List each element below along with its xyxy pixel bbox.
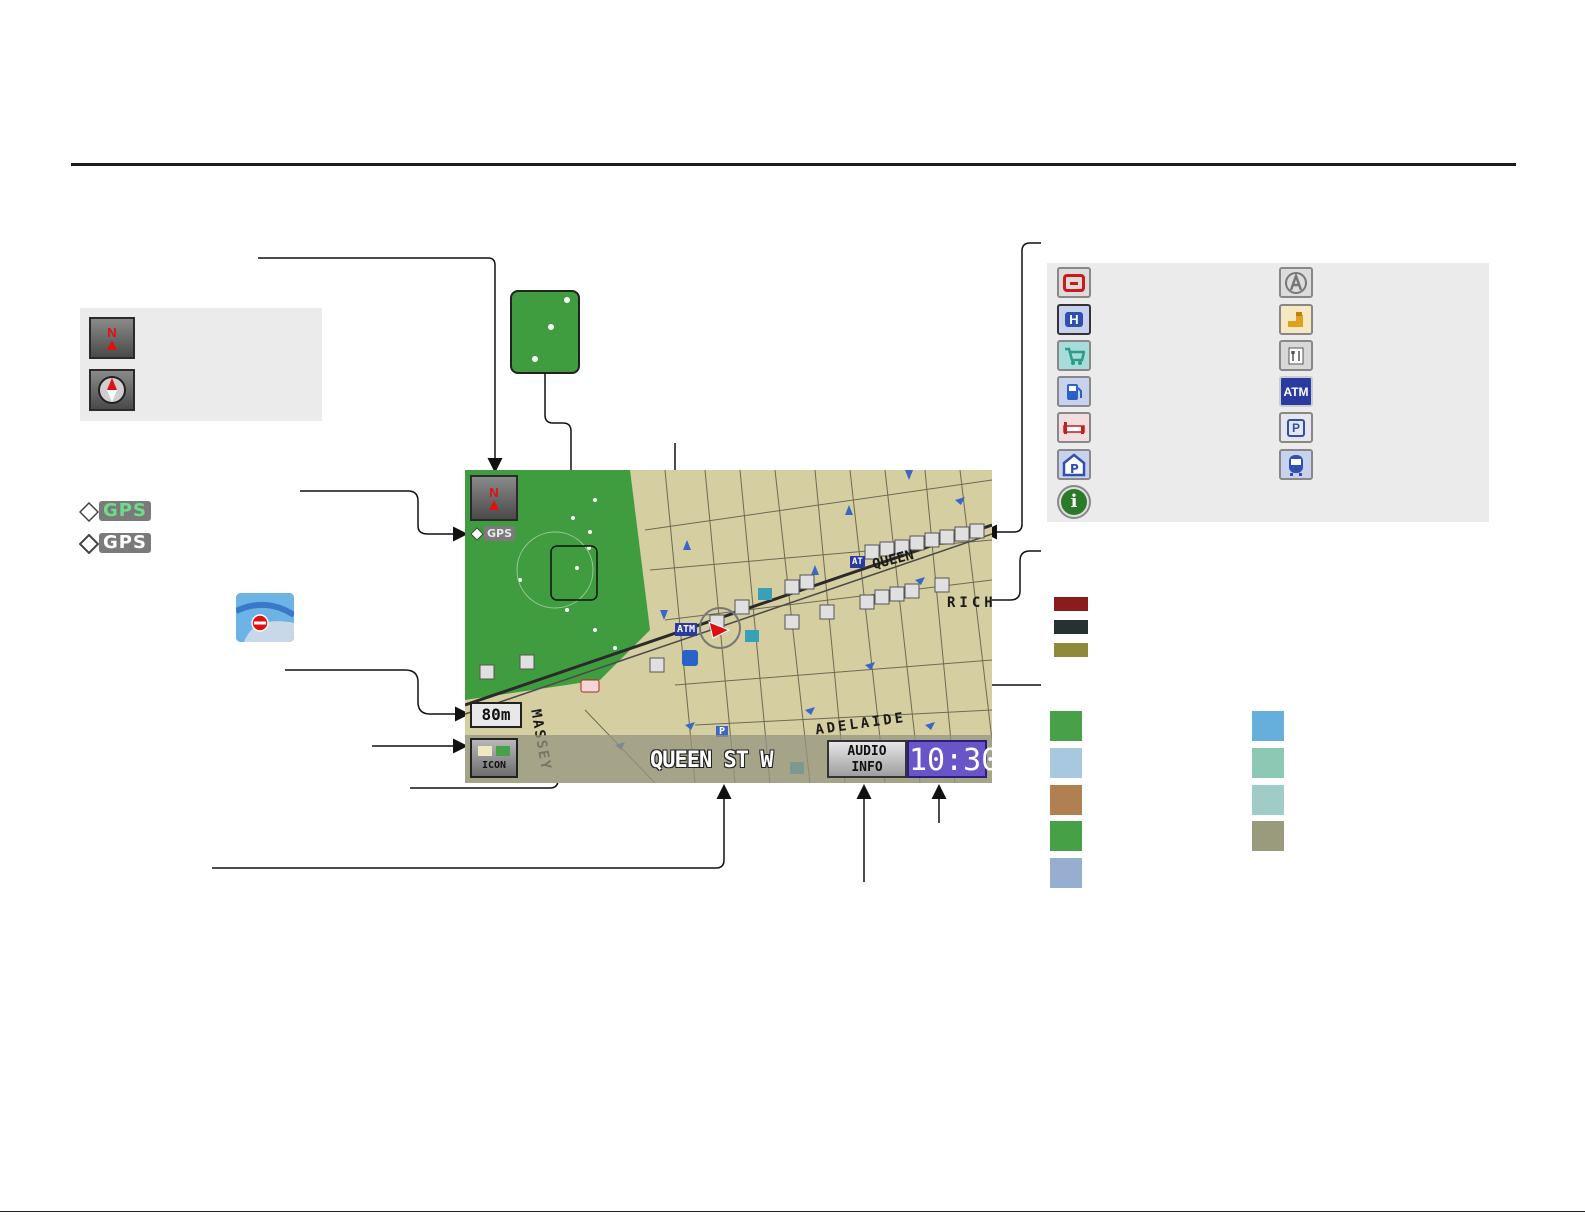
honda-dealer-icon bbox=[1057, 267, 1091, 298]
hospital-label: H bbox=[1065, 312, 1083, 327]
map-gps-label: GPS bbox=[484, 526, 516, 541]
audio-info-line2: INFO bbox=[851, 760, 883, 775]
area-color-swatch-2 bbox=[1252, 711, 1284, 741]
clock-display: 10:30 bbox=[907, 740, 992, 778]
map-gps-diamond-icon bbox=[470, 527, 484, 541]
road-color-minor bbox=[1054, 643, 1088, 657]
restricted-road-icon bbox=[236, 593, 294, 642]
footer-rule bbox=[0, 1211, 1585, 1212]
park-inset bbox=[510, 290, 580, 374]
gps-diamond-outline-icon bbox=[79, 534, 99, 554]
area-color-swatch-3 bbox=[1050, 748, 1082, 778]
map-north-arrow-icon bbox=[489, 499, 499, 510]
map-scale-indicator[interactable]: 80m bbox=[470, 702, 522, 728]
audio-info-line1: AUDIO bbox=[847, 744, 887, 759]
transit-icon bbox=[1279, 449, 1313, 480]
gps-outline-label: GPS bbox=[99, 533, 151, 553]
navigation-map[interactable]: QUEEN RICH ADELAIDE MASSEY ATM AT P N GP… bbox=[465, 470, 992, 783]
north-up-icon: N bbox=[89, 317, 135, 359]
area-color-swatch-4 bbox=[1252, 748, 1284, 778]
restaurant-icon bbox=[1279, 340, 1313, 371]
area-color-swatch-7 bbox=[1050, 821, 1082, 851]
icon-button[interactable]: ICON bbox=[470, 738, 518, 778]
heading-up-icon bbox=[89, 369, 135, 411]
compass-icon bbox=[98, 376, 126, 404]
info-icon: i bbox=[1057, 485, 1091, 519]
area-color-swatch-5 bbox=[1050, 785, 1082, 815]
icon-button-glyph-2 bbox=[496, 746, 510, 756]
audio-info-button[interactable]: AUDIO INFO bbox=[827, 740, 907, 778]
gas-station-icon bbox=[1057, 376, 1091, 407]
shopping-icon bbox=[1057, 340, 1091, 371]
map-atm-marker[interactable]: ATM bbox=[675, 623, 698, 636]
north-letter: N bbox=[107, 324, 117, 340]
road-color-secondary bbox=[1054, 620, 1088, 634]
icon-button-glyph-1 bbox=[478, 746, 492, 756]
parking-garage-icon: P bbox=[1057, 449, 1091, 480]
entertainment-icon bbox=[1279, 304, 1313, 335]
map-heading-letter: N bbox=[489, 484, 499, 500]
acura-dealer-icon bbox=[1279, 267, 1313, 298]
parking-lot-label: P bbox=[1286, 418, 1305, 437]
road-color-major bbox=[1054, 597, 1088, 611]
gps-solid-label: GPS bbox=[99, 501, 151, 521]
poi-legend-panel: H P i ATM P bbox=[1047, 263, 1489, 522]
icon-button-label: ICON bbox=[481, 760, 507, 771]
map-heading-button[interactable]: N bbox=[470, 475, 518, 521]
area-color-swatch-8 bbox=[1252, 821, 1284, 851]
hospital-icon: H bbox=[1057, 304, 1091, 335]
lodging-icon bbox=[1057, 412, 1091, 443]
info-label: i bbox=[1061, 489, 1087, 515]
current-street-name: QUEEN ST W bbox=[650, 748, 773, 773]
heading-legend: N bbox=[80, 308, 322, 421]
north-arrow-icon bbox=[107, 339, 117, 350]
atm-icon: ATM bbox=[1279, 376, 1313, 407]
area-color-swatch-1 bbox=[1050, 711, 1082, 741]
svg-text:P: P bbox=[1070, 462, 1079, 476]
area-color-swatch-6 bbox=[1252, 785, 1284, 815]
map-label-rich: RICH bbox=[947, 595, 992, 611]
area-color-swatch-9 bbox=[1050, 858, 1082, 888]
gps-diamond-icon bbox=[79, 502, 99, 522]
parking-lot-icon: P bbox=[1279, 412, 1313, 443]
